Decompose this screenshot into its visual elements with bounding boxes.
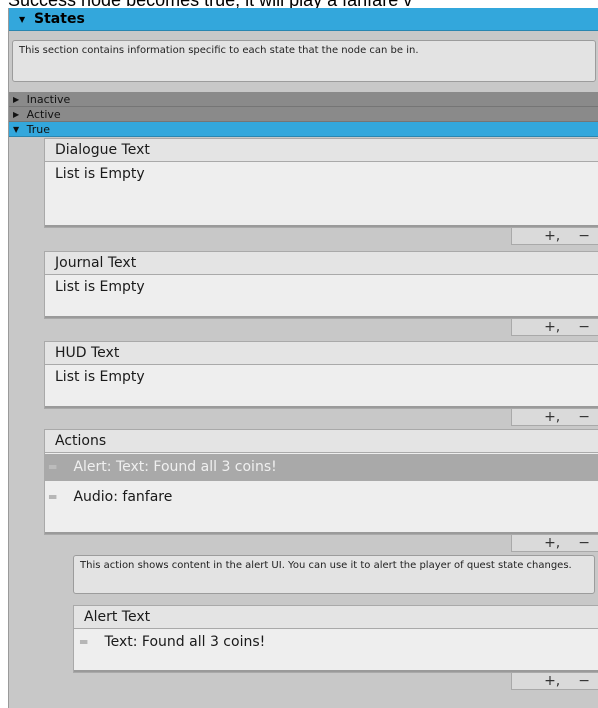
states-panel: ▼ States This section contains informati… xyxy=(8,8,598,708)
collapsed-triangle-icon: ▶ xyxy=(13,110,20,119)
actions-remove-button[interactable]: − xyxy=(578,536,590,550)
alert-text-list-header: Alert Text xyxy=(73,605,598,629)
dialogue-text-label: Dialogue Text xyxy=(55,142,150,158)
journal-text-list-header: Journal Text xyxy=(44,251,598,275)
actions-add-button[interactable]: +, xyxy=(544,536,560,550)
collapsed-triangle-icon: ▶ xyxy=(13,95,20,104)
dialogue-empty-text: List is Empty xyxy=(55,166,145,182)
list-divider xyxy=(45,316,598,318)
actions-list-footer: +, − xyxy=(511,535,598,552)
drag-handle-icon[interactable]: ═ xyxy=(80,629,94,656)
expanded-triangle-icon: ▼ xyxy=(13,125,20,134)
window-caption: Success node becomes true, it will play … xyxy=(0,0,598,8)
journal-list-footer: +, − xyxy=(511,319,598,336)
state-row-true[interactable]: ▼ True xyxy=(9,122,598,137)
state-row-label: Inactive xyxy=(26,93,71,106)
journal-empty-text: List is Empty xyxy=(55,279,145,295)
dialogue-add-button[interactable]: +, xyxy=(544,229,560,243)
action-item-text: Audio: fanfare xyxy=(73,489,173,505)
actions-list-body: ═ Alert: Text: Found all 3 coins! ═ Audi… xyxy=(44,453,598,535)
alert-remove-button[interactable]: − xyxy=(578,674,590,688)
alert-text-list-body: ═ Text: Found all 3 coins! xyxy=(73,629,598,673)
state-row-inactive[interactable]: ▶ Inactive xyxy=(9,92,598,107)
alert-text-item[interactable]: ═ Text: Found all 3 coins! xyxy=(74,629,598,656)
dialogue-text-list-header: Dialogue Text xyxy=(44,138,598,162)
actions-list-header: Actions xyxy=(44,429,598,453)
states-title: States xyxy=(34,11,85,27)
states-help-box: This section contains information specif… xyxy=(12,40,596,82)
alert-item-text: Text: Found all 3 coins! xyxy=(104,634,266,650)
hud-remove-button[interactable]: − xyxy=(578,410,590,424)
alert-add-button[interactable]: +, xyxy=(544,674,560,688)
states-foldout-header[interactable]: ▼ States xyxy=(9,8,598,31)
states-help-text: This section contains information specif… xyxy=(19,45,419,56)
hud-list-footer: +, − xyxy=(511,409,598,426)
hud-text-list-body: List is Empty xyxy=(44,365,598,409)
expanded-triangle-icon: ▼ xyxy=(19,15,26,24)
hud-empty-text: List is Empty xyxy=(55,369,145,385)
dialogue-remove-button[interactable]: − xyxy=(578,229,590,243)
action-item-alert[interactable]: ═ Alert: Text: Found all 3 coins! xyxy=(45,454,598,481)
action-help-text: This action shows content in the alert U… xyxy=(80,560,572,571)
journal-remove-button[interactable]: − xyxy=(578,320,590,334)
dialogue-list-footer: +, − xyxy=(511,228,598,245)
state-row-label: True xyxy=(26,123,51,136)
list-divider xyxy=(45,225,598,227)
action-help-box: This action shows content in the alert U… xyxy=(73,555,595,594)
drag-handle-icon[interactable]: ═ xyxy=(49,454,63,481)
journal-text-list-body: List is Empty xyxy=(44,275,598,319)
action-item-text: Alert: Text: Found all 3 coins! xyxy=(73,459,277,475)
hud-text-label: HUD Text xyxy=(55,345,120,361)
journal-add-button[interactable]: +, xyxy=(544,320,560,334)
list-divider xyxy=(74,670,598,672)
dialogue-text-list-body: List is Empty xyxy=(44,162,598,228)
hud-add-button[interactable]: +, xyxy=(544,410,560,424)
state-row-label: Active xyxy=(26,108,61,121)
list-divider xyxy=(45,532,598,534)
actions-label: Actions xyxy=(55,433,107,449)
drag-handle-icon[interactable]: ═ xyxy=(49,484,63,511)
alert-list-footer: +, − xyxy=(511,673,598,690)
journal-text-label: Journal Text xyxy=(55,255,137,271)
state-row-active[interactable]: ▶ Active xyxy=(9,107,598,122)
hud-text-list-header: HUD Text xyxy=(44,341,598,365)
alert-text-label: Alert Text xyxy=(84,609,151,625)
list-divider xyxy=(45,406,598,408)
action-item-audio[interactable]: ═ Audio: fanfare xyxy=(45,484,598,511)
